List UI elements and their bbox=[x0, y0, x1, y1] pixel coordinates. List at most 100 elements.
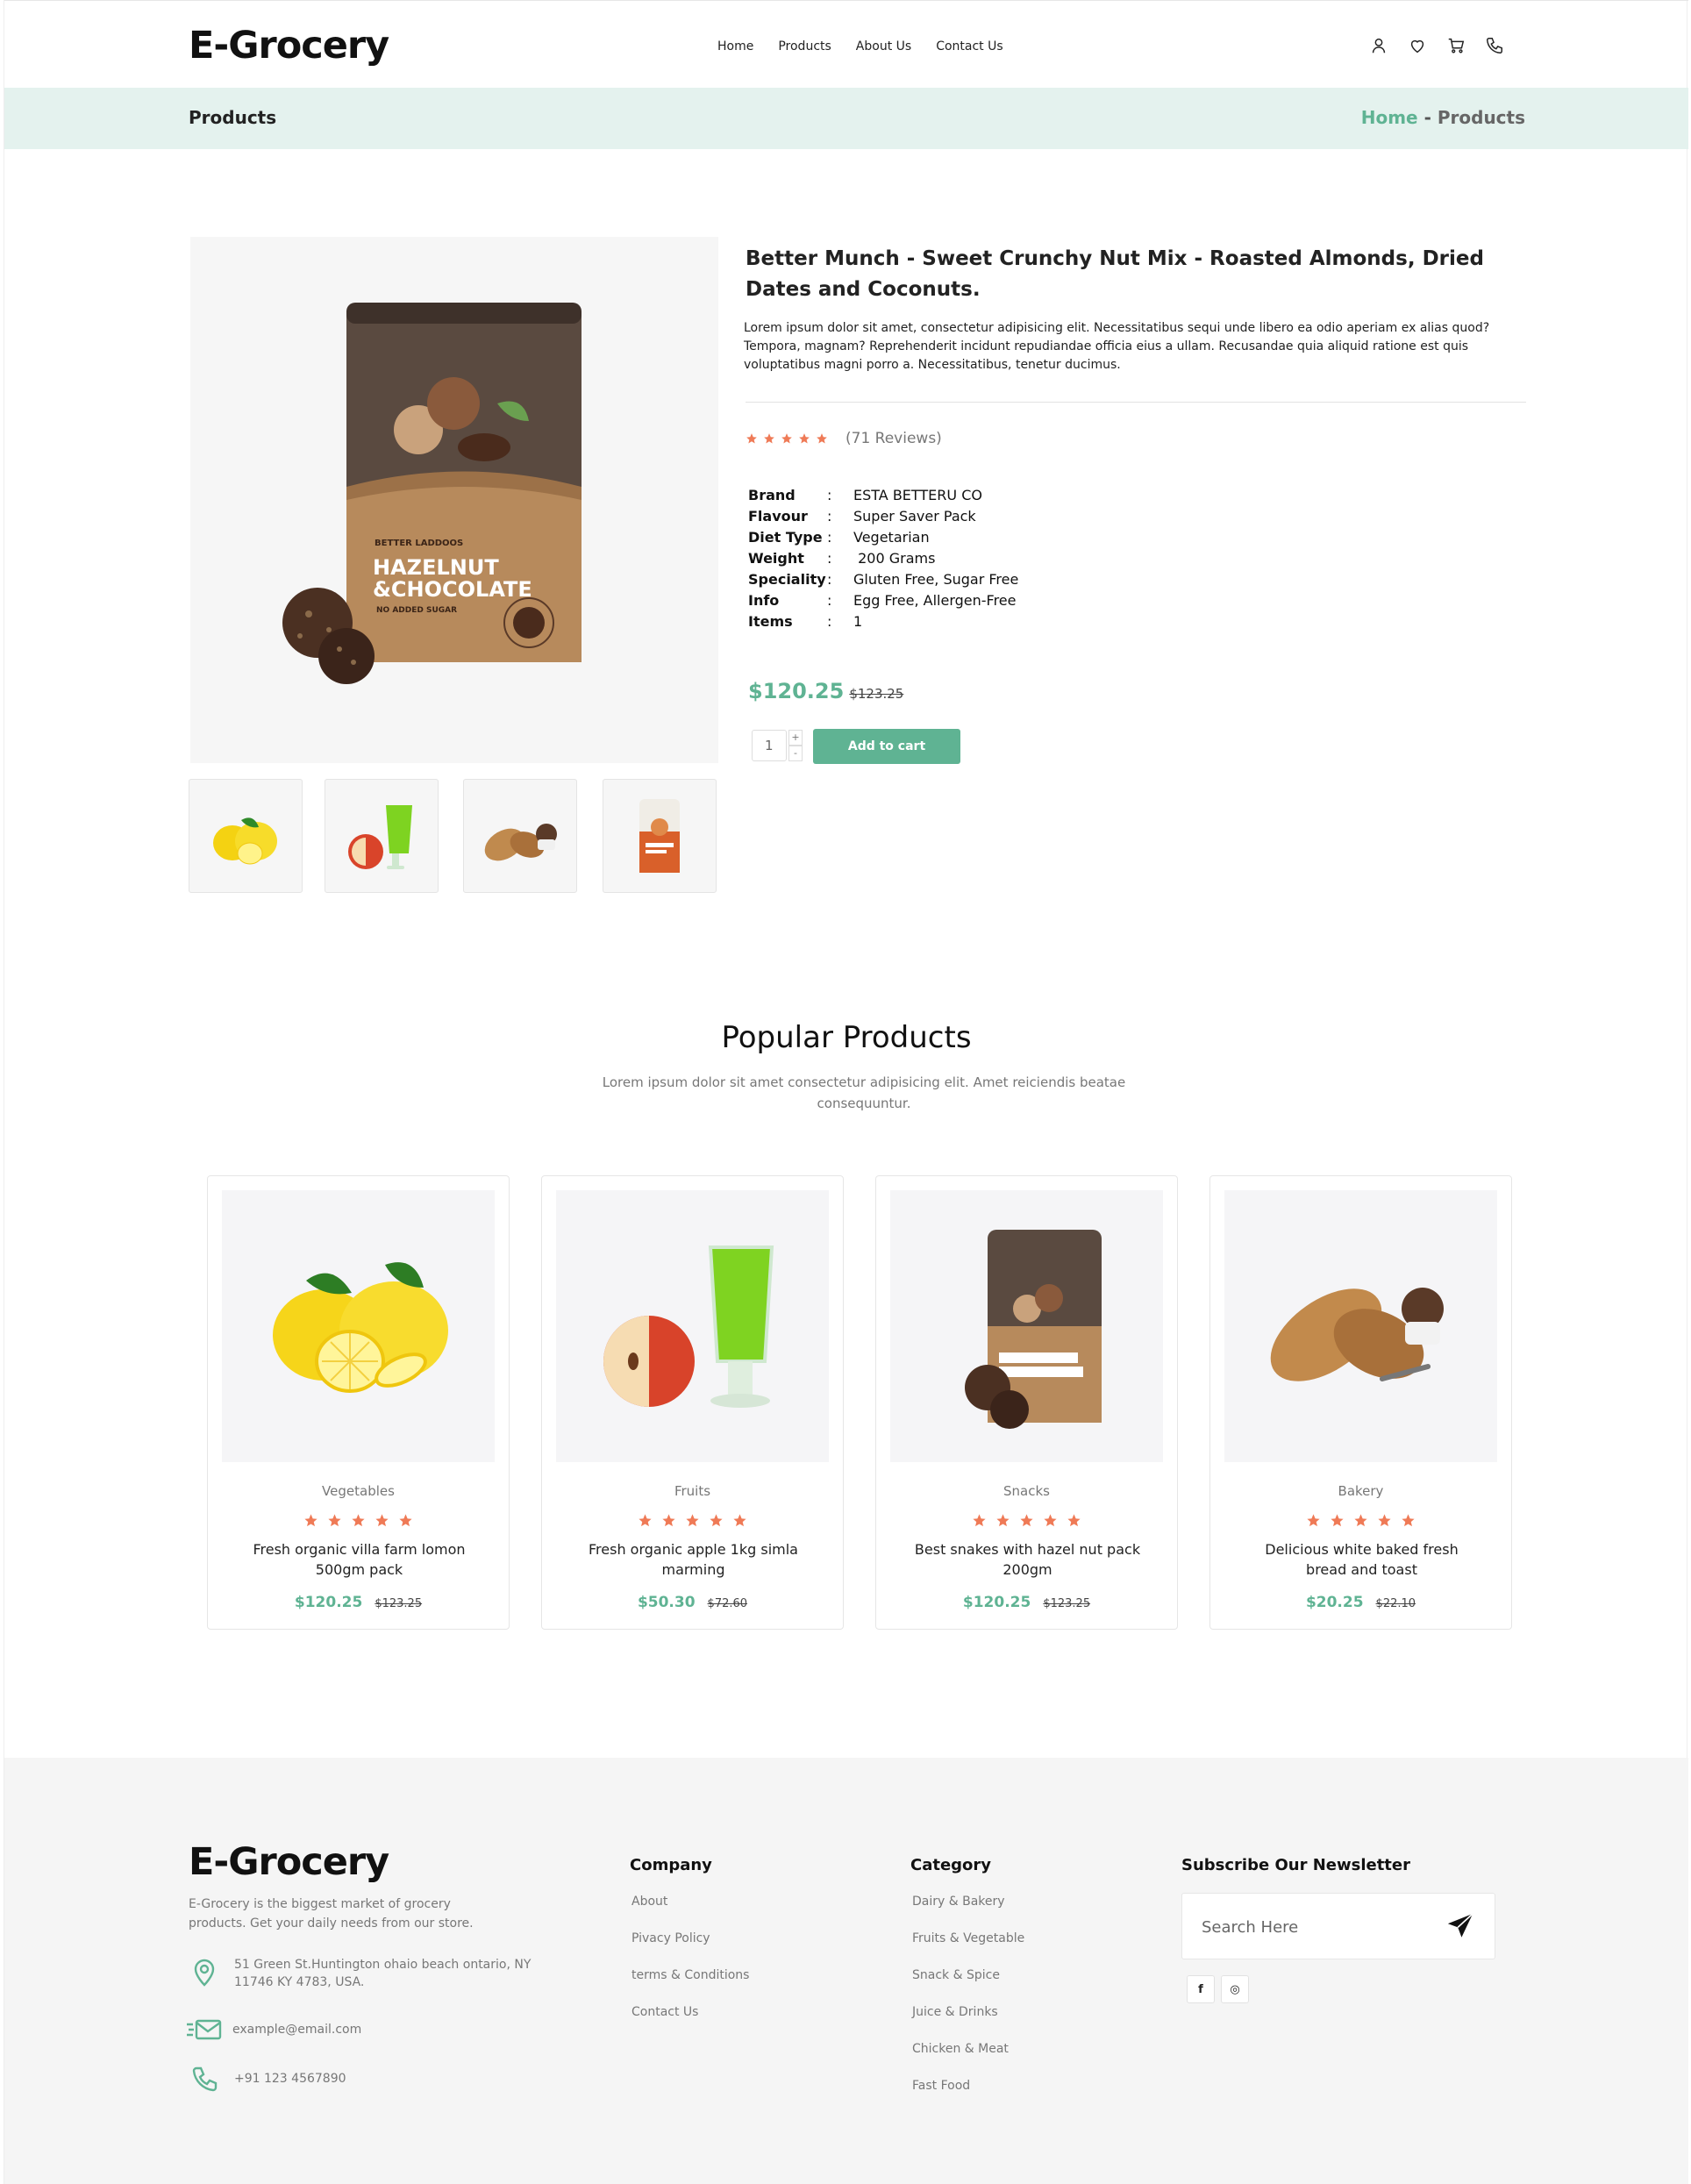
user-icon[interactable] bbox=[1369, 36, 1388, 55]
spec-colon: : bbox=[827, 486, 832, 503]
star-icon bbox=[1354, 1514, 1367, 1527]
pack-brand-text: BETTER LADDOOS bbox=[375, 539, 463, 548]
star-icon bbox=[1402, 1514, 1415, 1527]
quantity-increment-button[interactable]: + bbox=[788, 730, 803, 746]
thumbnail-lemon[interactable] bbox=[189, 779, 303, 893]
footer-link-juice-drinks[interactable]: Juice & Drinks bbox=[910, 2002, 1024, 2039]
spec-value: Vegetarian bbox=[853, 528, 930, 546]
product-category: Bakery bbox=[1338, 1483, 1384, 1499]
product-card[interactable]: Bakery Delicious white baked fresh bread… bbox=[1209, 1175, 1512, 1630]
phone-text[interactable]: +91 123 4567890 bbox=[234, 2063, 346, 2095]
footer-link-contact[interactable]: Contact Us bbox=[630, 2002, 749, 2039]
spec-key: Items bbox=[748, 612, 793, 630]
product-name[interactable]: Fresh organic apple 1kg simla marming bbox=[577, 1539, 810, 1580]
footer-column-title: Subscribe Our Newsletter bbox=[1181, 1856, 1410, 1874]
old-price: $123.25 bbox=[375, 1597, 423, 1610]
footer-category-column: Category Dairy & Bakery Fruits & Vegetab… bbox=[910, 1856, 1024, 2113]
nav-home[interactable]: Home bbox=[717, 39, 753, 54]
old-price: $22.10 bbox=[1375, 1597, 1416, 1610]
breadcrumb: Home - Products bbox=[1361, 107, 1525, 128]
quantity-decrement-button[interactable]: - bbox=[788, 746, 803, 761]
product-card[interactable]: Fruits Fresh organic apple 1kg simla mar… bbox=[541, 1175, 844, 1630]
product-name[interactable]: Fresh organic villa farm lomon 500gm pac… bbox=[243, 1539, 475, 1580]
spec-row: Speciality: Gluten Free, Sugar Free bbox=[748, 568, 1018, 589]
spec-key: Flavour bbox=[748, 507, 808, 525]
email-icon bbox=[187, 2019, 222, 2040]
page-title: Products bbox=[189, 107, 277, 128]
footer-link-about[interactable]: About bbox=[630, 1892, 749, 1929]
star-icon bbox=[817, 433, 827, 444]
phone-icon[interactable] bbox=[1485, 36, 1504, 55]
footer-address: 51 Green St.Huntington ohaio beach ontar… bbox=[189, 1956, 532, 1991]
old-price: $123.25 bbox=[1043, 1597, 1091, 1610]
spec-colon: : bbox=[827, 549, 832, 567]
email-text[interactable]: example@email.com bbox=[232, 2014, 361, 2045]
product-image-apple-juice[interactable] bbox=[556, 1190, 829, 1462]
star-icon bbox=[639, 1514, 652, 1527]
location-pin-icon bbox=[194, 1959, 215, 1987]
main-nav: Home Products About Us Contact Us bbox=[717, 39, 1003, 54]
product-rating bbox=[876, 1513, 1177, 1528]
product-description: Lorem ipsum dolor sit amet, consectetur … bbox=[744, 321, 1490, 372]
nav-products[interactable]: Products bbox=[778, 39, 831, 54]
cart-icon[interactable] bbox=[1446, 36, 1466, 55]
footer-about: E-Grocery is the biggest market of groce… bbox=[189, 1897, 474, 1931]
product-category: Vegetables bbox=[322, 1483, 395, 1499]
footer-link-fruits-vegetable[interactable]: Fruits & Vegetable bbox=[910, 1929, 1024, 1966]
footer-link-fast-food[interactable]: Fast Food bbox=[910, 2076, 1024, 2113]
product-image-lemon[interactable] bbox=[222, 1190, 495, 1462]
newsletter-form bbox=[1181, 1893, 1495, 1959]
page-banner: Products Home - Products bbox=[4, 88, 1688, 149]
spec-row: Flavour: Super Saver Pack bbox=[748, 505, 1018, 526]
star-icon bbox=[973, 1514, 986, 1527]
product-main-image: BETTER LADDOOS HAZELNUT &CHOCOLATE NO AD… bbox=[190, 237, 718, 763]
footer-link-privacy[interactable]: Pivacy Policy bbox=[630, 1929, 749, 1966]
star-icon bbox=[375, 1514, 389, 1527]
product-image-bread[interactable] bbox=[1224, 1190, 1497, 1462]
thumbnail-snack-pack[interactable] bbox=[603, 779, 717, 893]
quantity-input[interactable]: 1 bbox=[752, 730, 787, 761]
facebook-icon[interactable]: f bbox=[1187, 1975, 1215, 2003]
footer-link-dairy-bakery[interactable]: Dairy & Bakery bbox=[910, 1892, 1024, 1929]
instagram-icon[interactable]: ◎ bbox=[1221, 1975, 1249, 2003]
old-price: $72.60 bbox=[707, 1597, 748, 1610]
nav-about-us[interactable]: About Us bbox=[856, 39, 911, 54]
spec-key: Weight bbox=[748, 549, 804, 567]
current-price: $120.25 bbox=[962, 1594, 1031, 1611]
pack-subtitle: NO ADDED SUGAR bbox=[376, 606, 457, 615]
product-price: $120.25 $123.25 bbox=[748, 679, 903, 703]
footer-link-chicken-meat[interactable]: Chicken & Meat bbox=[910, 2039, 1024, 2076]
breadcrumb-home[interactable]: Home bbox=[1361, 107, 1418, 128]
footer-link-snack-spice[interactable]: Snack & Spice bbox=[910, 1966, 1024, 2002]
product-price: $20.25 $22.10 bbox=[1210, 1594, 1511, 1611]
star-icon bbox=[1044, 1514, 1057, 1527]
spec-row: Brand: ESTA BETTERU CO bbox=[748, 484, 1018, 505]
spec-row: Info: Egg Free, Allergen-Free bbox=[748, 589, 1018, 610]
heart-icon[interactable] bbox=[1408, 36, 1427, 55]
star-icon bbox=[662, 1514, 675, 1527]
thumbnail-apple-juice[interactable] bbox=[325, 779, 439, 893]
product-rating bbox=[542, 1513, 843, 1528]
send-icon[interactable] bbox=[1445, 1911, 1475, 1941]
product-rating bbox=[1210, 1513, 1511, 1528]
pack-title-line1: HAZELNUT bbox=[373, 555, 499, 580]
footer-column-title: Company bbox=[630, 1856, 712, 1874]
star-icon bbox=[710, 1514, 723, 1527]
product-name[interactable]: Best snakes with hazel nut pack 200gm bbox=[911, 1539, 1144, 1580]
brand-logo[interactable]: E-Grocery bbox=[189, 24, 389, 68]
product-card[interactable]: Vegetables Fresh organic villa farm lomo… bbox=[207, 1175, 510, 1630]
product-card[interactable]: Snacks Best snakes with hazel nut pack 2… bbox=[875, 1175, 1178, 1630]
footer-brand-logo[interactable]: E-Grocery bbox=[189, 1840, 389, 1884]
product-name[interactable]: Delicious white baked fresh bread and to… bbox=[1245, 1539, 1478, 1580]
add-to-cart-button[interactable]: Add to cart bbox=[813, 729, 960, 764]
product-image-snack-pack[interactable] bbox=[890, 1190, 1163, 1462]
star-icon bbox=[304, 1514, 318, 1527]
address-text: 51 Green St.Huntington ohaio beach ontar… bbox=[234, 1958, 532, 1989]
newsletter-input[interactable] bbox=[1202, 1911, 1421, 1943]
review-count[interactable]: (71 Reviews) bbox=[846, 430, 942, 447]
star-icon bbox=[1378, 1514, 1391, 1527]
thumbnail-bread[interactable] bbox=[463, 779, 577, 893]
nav-contact-us[interactable]: Contact Us bbox=[936, 39, 1002, 54]
footer-link-terms[interactable]: terms & Conditions bbox=[630, 1966, 749, 2002]
star-icon bbox=[1307, 1514, 1320, 1527]
